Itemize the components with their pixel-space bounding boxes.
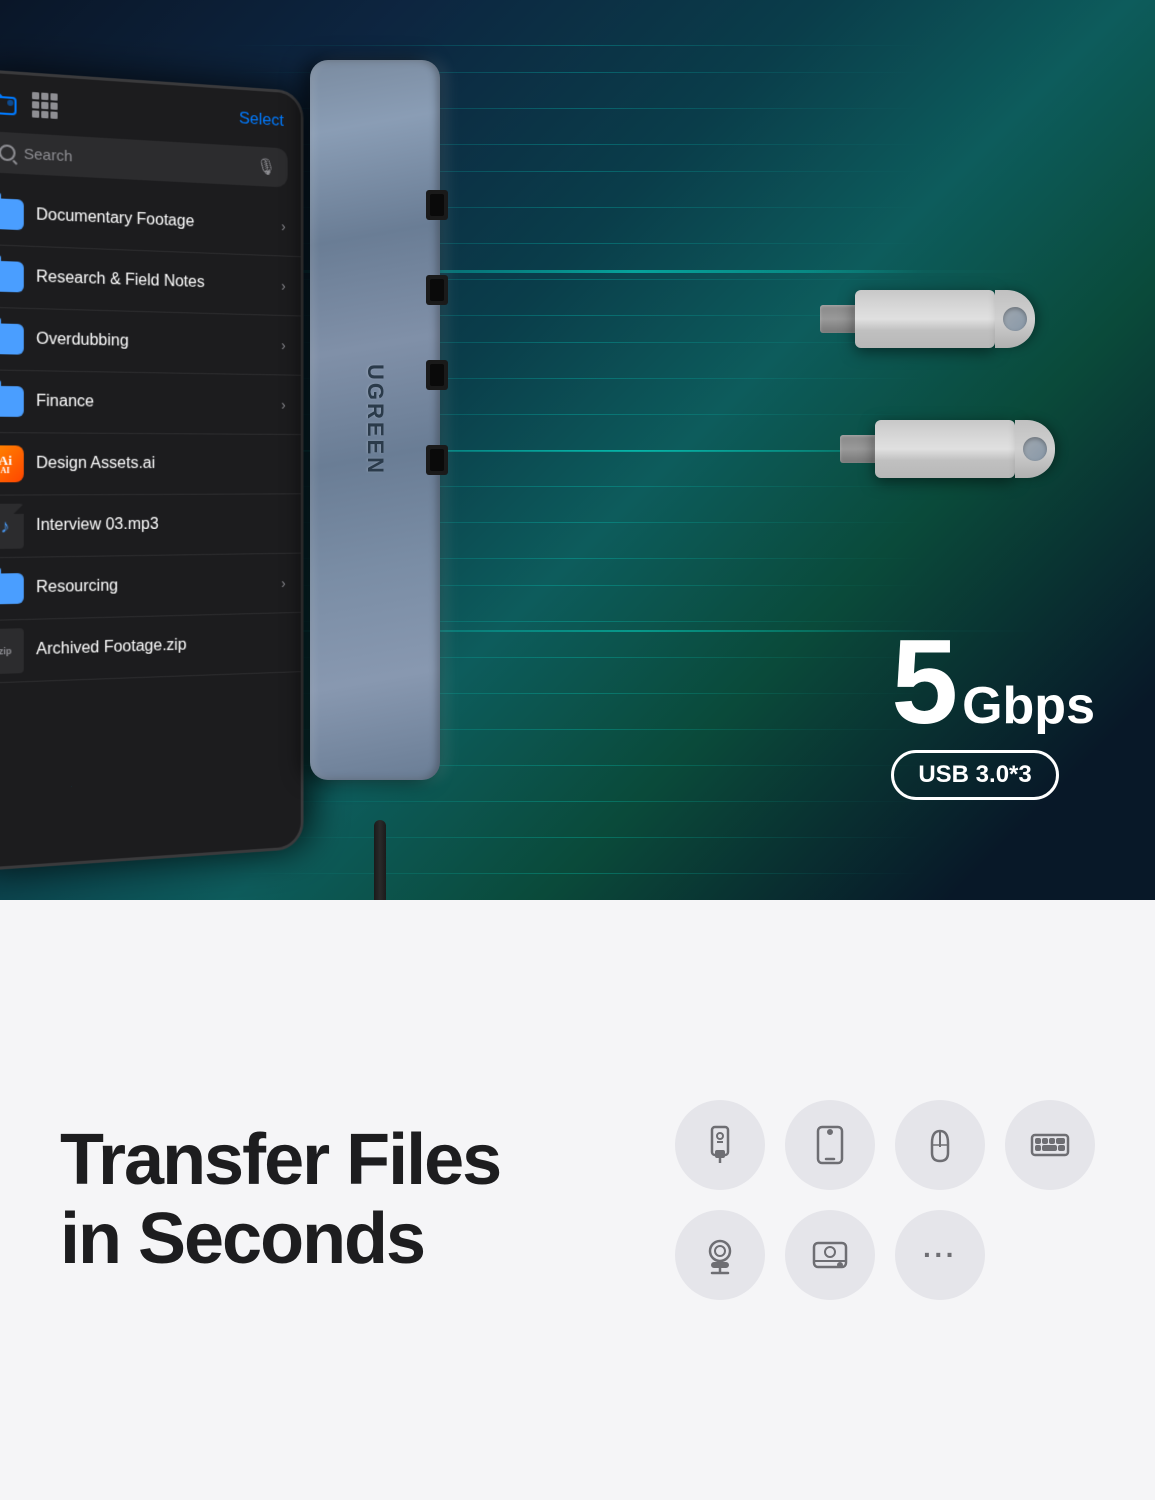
usb-hub: UGREEN	[310, 60, 450, 840]
chevron-right-icon: ›	[281, 278, 285, 294]
keyboard-icon-svg	[1028, 1123, 1072, 1167]
top-section: Select Search 🎙 Documentary Footage ›	[0, 0, 1155, 900]
usb-standard-badge: USB 3.0*3	[891, 750, 1058, 800]
file-name: Documentary Footage	[36, 206, 270, 234]
bottom-section: Transfer Files in Seconds	[0, 900, 1155, 1500]
zip-file-icon: zip	[0, 632, 24, 670]
tablet-device: Select Search 🎙 Documentary Footage ›	[0, 68, 304, 872]
list-item[interactable]: Overdubbing ›	[0, 307, 301, 375]
usb-port-1	[426, 190, 448, 220]
usb-port-4	[426, 445, 448, 475]
speed-unit: Gbps	[962, 676, 1095, 736]
more-icon: ···	[895, 1210, 985, 1300]
file-name: Design Assets.ai	[36, 455, 286, 473]
usb-port-2	[426, 275, 448, 305]
select-button[interactable]: Select	[239, 108, 284, 130]
speed-badge: 5 Gbps USB 3.0*3	[891, 622, 1095, 800]
chevron-right-icon: ›	[281, 575, 285, 591]
file-name: Overdubbing	[36, 331, 270, 354]
file-name: Research & Field Notes	[36, 268, 270, 294]
usb-drive-1	[820, 290, 1035, 348]
usb-port-3	[426, 360, 448, 390]
hub-cable	[374, 820, 386, 900]
usb-drive-body-2	[840, 420, 1055, 478]
usb-flash-icon	[675, 1100, 765, 1190]
mp3-file-icon: ♪	[0, 508, 24, 545]
search-placeholder: Search	[24, 145, 73, 165]
hub-body: UGREEN	[310, 60, 440, 780]
file-name: Resourcing	[36, 575, 270, 598]
speed-number: 5	[891, 622, 958, 742]
list-item[interactable]: ♪ Interview 03.mp3	[0, 494, 301, 558]
tablet-volume-btn-2	[301, 308, 304, 347]
microphone-icon[interactable]: 🎙	[257, 156, 274, 178]
device-icons-grid: ···	[675, 1100, 1095, 1300]
folder-icon	[0, 570, 24, 608]
headline: Transfer Files in Seconds	[60, 1121, 595, 1279]
chevron-right-icon: ›	[281, 397, 285, 413]
folder-icon	[0, 195, 24, 233]
webcam-icon-svg	[698, 1233, 742, 1277]
keyboard-icon	[1005, 1100, 1095, 1190]
list-item[interactable]: Research & Field Notes ›	[0, 244, 301, 316]
folder-icon	[0, 320, 24, 358]
folder-icon	[0, 383, 24, 420]
list-item[interactable]: Documentary Footage ›	[0, 182, 301, 258]
hub-brand-logo: UGREEN	[362, 364, 388, 476]
chevron-right-icon: ›	[281, 218, 285, 234]
chevron-right-icon: ›	[281, 337, 285, 353]
list-item[interactable]: Resourcing ›	[0, 554, 301, 622]
hard-drive-icon	[785, 1210, 875, 1300]
usb-drive-2	[840, 420, 1055, 478]
file-name: Archived Footage.zip	[36, 634, 286, 660]
folder-nav-icon[interactable]	[0, 90, 18, 116]
mouse-icon	[895, 1100, 985, 1190]
file-name: Finance	[36, 393, 270, 414]
file-list: Documentary Footage › Research & Field N…	[0, 182, 301, 685]
usb-icon-svg	[698, 1123, 742, 1167]
smartphone-icon	[785, 1100, 875, 1190]
usb-drive-body-1	[820, 290, 1035, 348]
ai-file-icon: Ai AI	[0, 445, 24, 482]
hdd-icon-svg	[808, 1233, 852, 1277]
tablet-screen: Select Search 🎙 Documentary Footage ›	[0, 71, 301, 868]
file-name: Interview 03.mp3	[36, 515, 286, 535]
list-item[interactable]: Ai AI Design Assets.ai	[0, 433, 301, 496]
headline-line-1: Transfer Files in Seconds	[60, 1121, 595, 1279]
topbar-icons	[0, 89, 58, 119]
tablet-volume-btn	[301, 249, 304, 288]
search-icon	[0, 144, 16, 161]
webcam-icon	[675, 1210, 765, 1300]
grid-view-icon[interactable]	[32, 92, 58, 119]
list-item[interactable]: zip Archived Footage.zip	[0, 613, 301, 684]
folder-icon	[0, 257, 24, 295]
phone-icon-svg	[808, 1123, 852, 1167]
mouse-icon-svg	[918, 1123, 962, 1167]
list-item[interactable]: Finance ›	[0, 370, 301, 435]
